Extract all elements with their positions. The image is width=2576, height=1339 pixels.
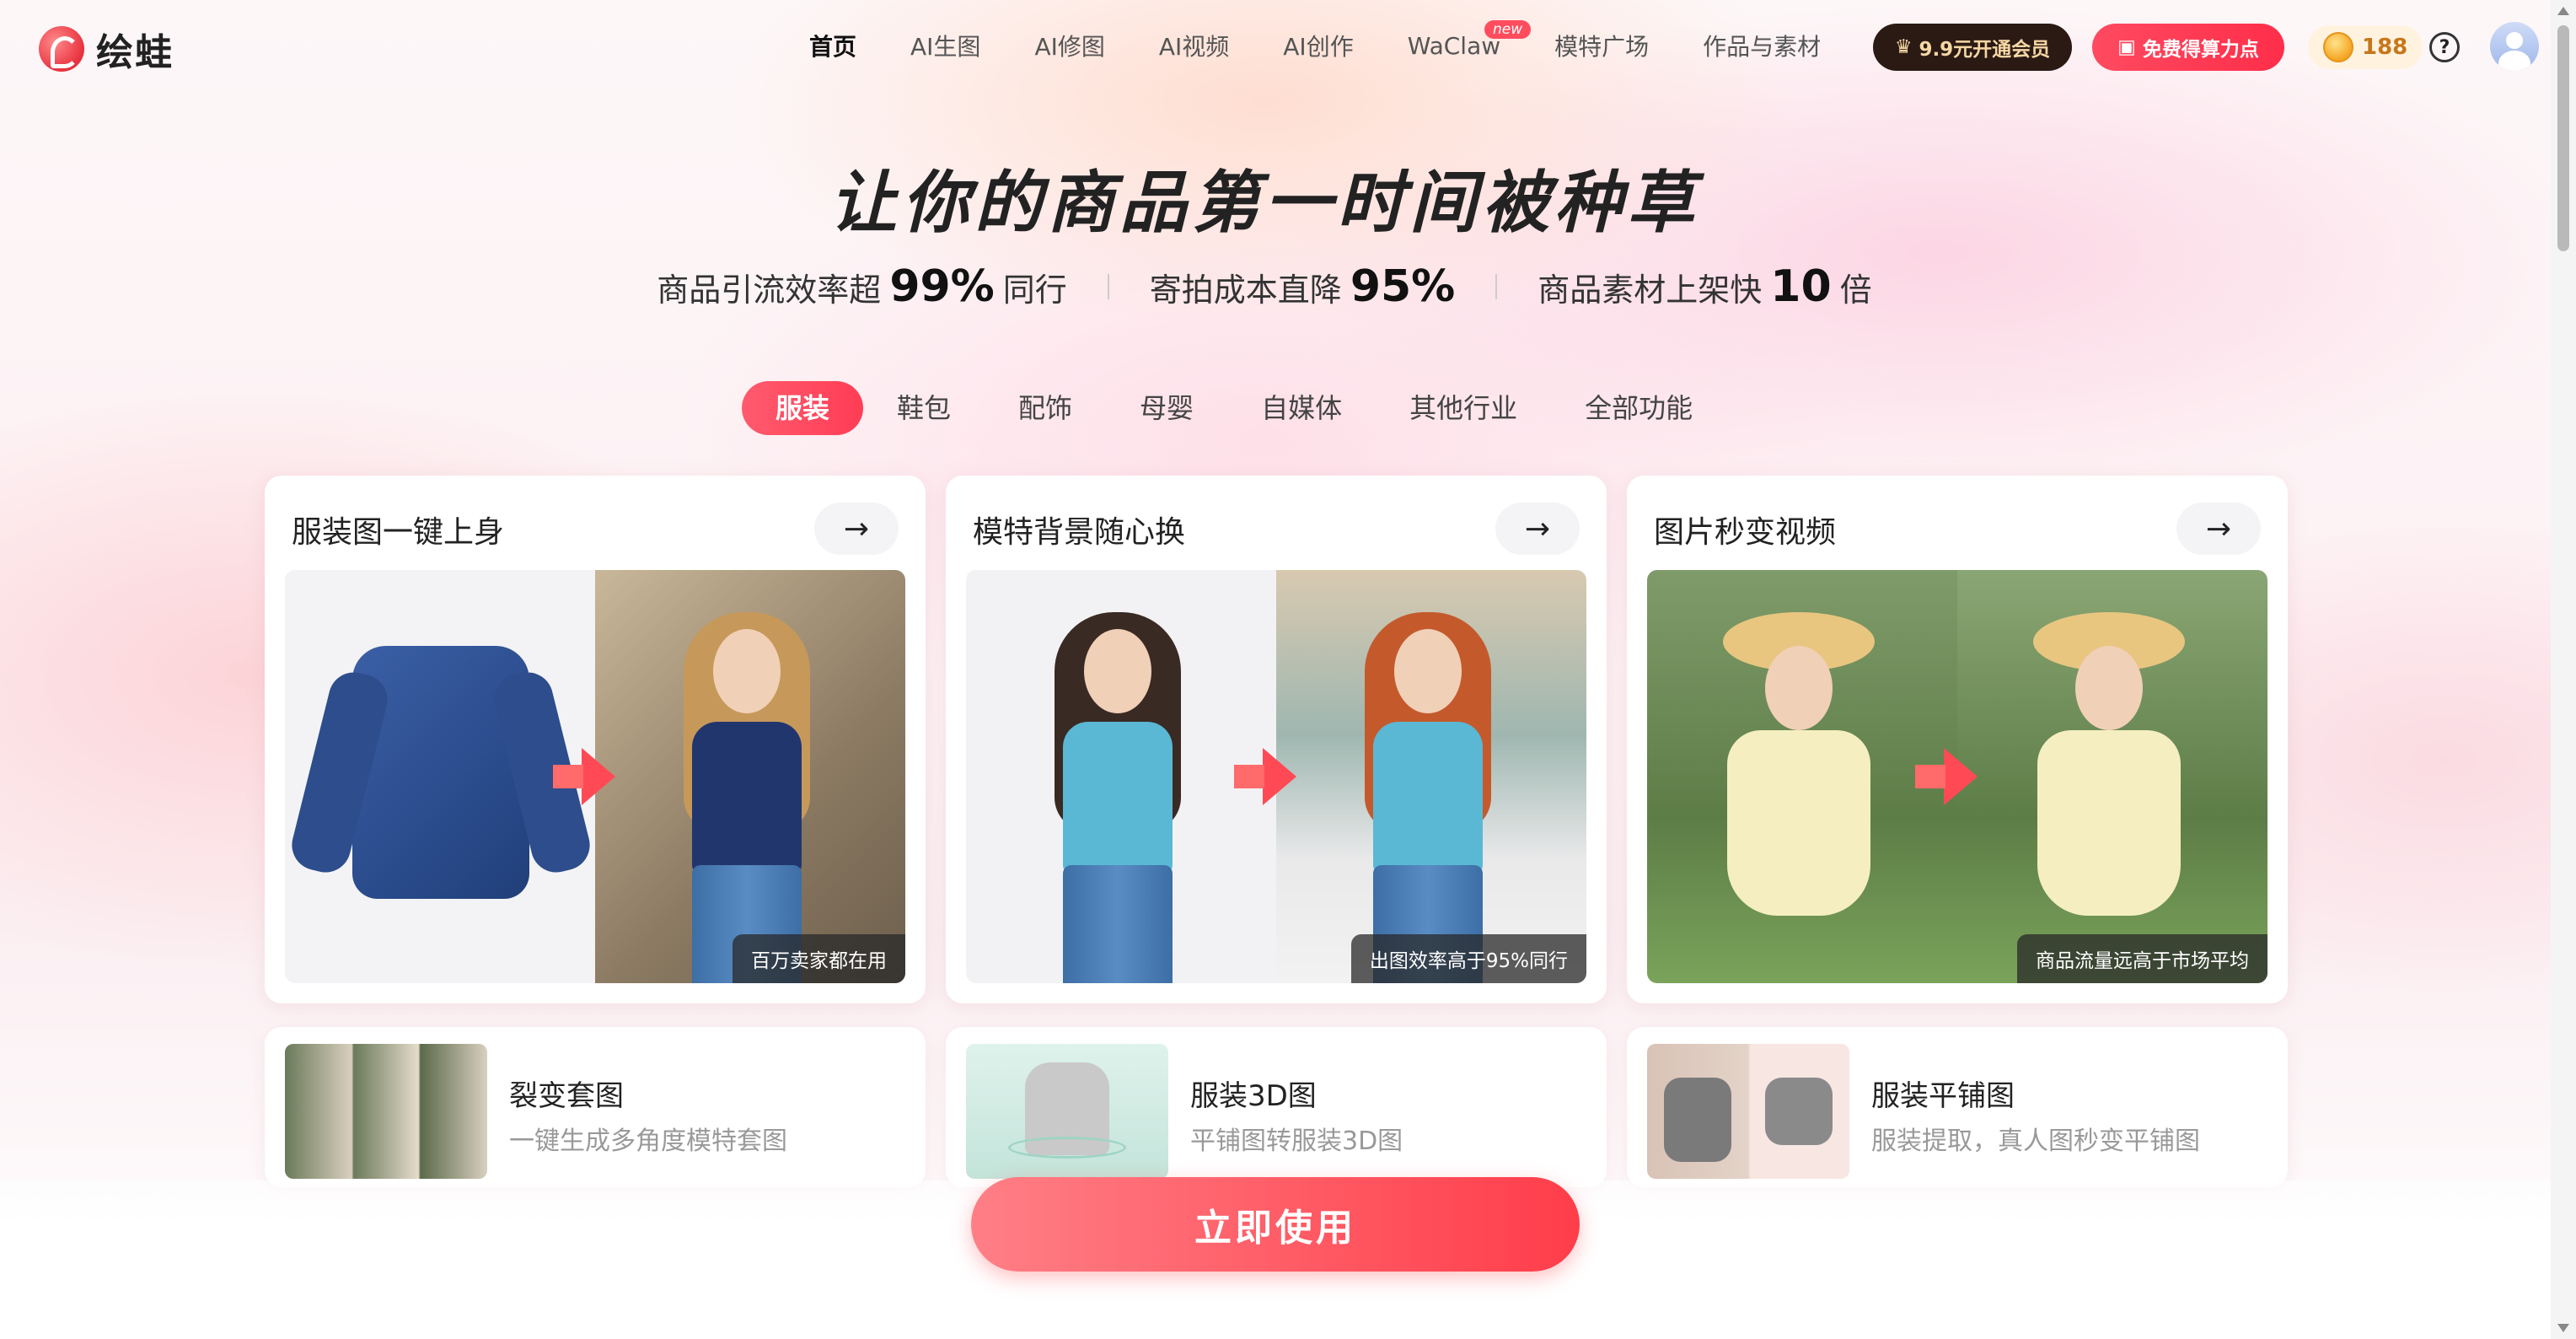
stat-divider [1107, 274, 1109, 299]
transform-arrow-icon [1234, 748, 1296, 805]
feature-name: 服装3D图 [1190, 1079, 1317, 1113]
card-caption: 商品流量远高于市场平均 [2017, 934, 2267, 983]
feature-name: 服装平铺图 [1871, 1079, 2015, 1113]
stat-prefix: 寄拍成本直降 [1149, 272, 1342, 309]
stat-item: 寄拍成本直降 95% [1150, 261, 1455, 312]
tab-other-industries[interactable]: 其他行业 [1376, 381, 1551, 435]
stat-divider [1495, 274, 1498, 299]
coin-icon [2323, 32, 2353, 62]
stat-suffix: 同行 [1002, 272, 1067, 309]
feature-item-flat-lay[interactable]: 服装平铺图 服装提取，真人图秒变平铺图 [1627, 1027, 2288, 1187]
feature-card-background-swap[interactable]: 模特背景随心换 → 出图效率高于95%同行 [946, 476, 1607, 1003]
gift-icon: ▣ [2117, 36, 2136, 58]
flat-shirt-image [285, 570, 595, 983]
arrow-right-icon[interactable]: → [2176, 503, 2261, 555]
feature-name: 裂变套图 [509, 1079, 624, 1113]
nav-item-ai-image[interactable]: AI生图 [910, 29, 980, 62]
blue-shirt-graphic [352, 646, 529, 899]
nav-item-home[interactable]: 首页 [809, 29, 856, 62]
child-figure [2033, 595, 2185, 975]
feature-item-3d-clothing[interactable]: 服装3D图 平铺图转服装3D图 [946, 1027, 1607, 1187]
vip-membership-button[interactable]: ♛ 9.9元开通会员 [1873, 24, 2072, 71]
nav-item-ai-video[interactable]: AI视频 [1159, 29, 1229, 62]
stat-value: 95% [1350, 261, 1456, 312]
page-title: 让你的商品第一时间被种草 [829, 164, 1699, 242]
tab-self-media[interactable]: 自媒体 [1227, 381, 1376, 435]
nav-item-works-assets[interactable]: 作品与素材 [1703, 29, 1821, 62]
model-wearing-shirt-image [595, 570, 905, 983]
vip-label: 9.9元开通会员 [1919, 39, 2051, 61]
tab-all-features[interactable]: 全部功能 [1551, 381, 1726, 435]
child-figure [1723, 595, 1875, 975]
girl-video-frame-image [1957, 570, 2267, 983]
crown-icon: ♛ [1894, 36, 1913, 58]
free-label: 免费得算力点 [2142, 39, 2259, 61]
feature-card-image-to-video[interactable]: 图片秒变视频 → 商品流量远高于市场平均 [1627, 476, 2288, 1003]
user-avatar[interactable] [2490, 22, 2539, 71]
transform-arrow-icon [1915, 748, 1978, 805]
tab-shoes-bags[interactable]: 鞋包 [863, 381, 985, 435]
new-badge: new [1484, 19, 1532, 39]
card-preview-image: 出图效率高于95%同行 [966, 570, 1586, 983]
feature-item-split-set[interactable]: 裂变套图 一键生成多角度模特套图 [265, 1027, 926, 1187]
card-caption: 出图效率高于95%同行 [1350, 934, 1586, 983]
free-points-button[interactable]: ▣ 免费得算力点 [2092, 24, 2284, 71]
feature-desc: 服装提取，真人图秒变平铺图 [1871, 1127, 2200, 1156]
transform-arrow-icon [553, 748, 615, 805]
brand-name: 绘蛙 [96, 31, 174, 74]
hero-stats: 商品引流效率超 99% 同行 寄拍成本直降 95% 商品素材上架快 10 倍 [0, 261, 2529, 312]
scroll-down-icon[interactable] [2557, 1324, 2569, 1332]
flat-lay-thumbnail [1647, 1044, 1849, 1179]
model-figure [1352, 604, 1504, 983]
stat-item: 商品引流效率超 99% 同行 [657, 261, 1067, 312]
nav-item-model-square[interactable]: 模特广场 [1554, 29, 1649, 62]
stat-value: 10 [1770, 261, 1832, 312]
top-nav: 首页 AI生图 AI修图 AI视频 AI创作 WaClaw new 模特广场 作… [809, 19, 1875, 62]
stat-prefix: 商品引流效率超 [657, 272, 882, 309]
girl-photo-image [1647, 570, 1957, 983]
tab-accessories[interactable]: 配饰 [985, 381, 1106, 435]
card-preview-image: 商品流量远高于市场平均 [1647, 570, 2267, 983]
model-plain-background-image [966, 570, 1276, 983]
brand-logo[interactable]: 绘蛙 [39, 22, 174, 76]
nav-item-ai-create[interactable]: AI创作 [1283, 29, 1353, 62]
nav-item-ai-retouch[interactable]: AI修图 [1034, 29, 1104, 62]
card-caption: 百万卖家都在用 [733, 934, 905, 983]
use-now-button[interactable]: 立即使用 [971, 1177, 1580, 1272]
stat-suffix: 倍 [1839, 272, 1872, 309]
coin-count: 188 [2362, 35, 2408, 60]
feature-card-try-on[interactable]: 服装图一键上身 → 百万卖家都在用 [265, 476, 926, 1003]
scroll-up-icon[interactable] [2557, 7, 2569, 15]
frog-logo-icon [39, 26, 84, 72]
feature-desc: 一键生成多角度模特套图 [509, 1127, 787, 1156]
arrow-right-icon[interactable]: → [814, 503, 899, 555]
hoodie-3d-thumbnail [966, 1044, 1168, 1179]
category-tabs: 服装 鞋包 配饰 母婴 自媒体 其他行业 全部功能 [742, 381, 1726, 435]
stat-value: 99% [889, 261, 995, 312]
card-title: 图片秒变视频 [1654, 515, 1837, 550]
vertical-scrollbar[interactable] [2551, 0, 2576, 1339]
nav-item-waclaw[interactable]: WaClaw new [1408, 19, 1532, 60]
card-title: 模特背景随心换 [973, 515, 1186, 550]
model-beach-background-image [1276, 570, 1586, 983]
stat-item: 商品素材上架快 10 倍 [1538, 261, 1871, 312]
split-set-thumbnail [285, 1044, 487, 1179]
scrollbar-thumb[interactable] [2557, 25, 2569, 251]
tab-maternity[interactable]: 母婴 [1106, 381, 1227, 435]
feature-desc: 平铺图转服装3D图 [1190, 1127, 1403, 1156]
card-preview-image: 百万卖家都在用 [285, 570, 905, 983]
coin-balance[interactable]: 188 [2308, 25, 2423, 69]
arrow-right-icon[interactable]: → [1495, 503, 1580, 555]
model-figure [1042, 604, 1194, 983]
stat-prefix: 商品素材上架快 [1538, 272, 1763, 309]
tab-clothing[interactable]: 服装 [742, 381, 864, 435]
card-title: 服装图一键上身 [292, 515, 505, 550]
help-icon[interactable]: ? [2429, 32, 2460, 62]
model-figure [671, 604, 823, 983]
